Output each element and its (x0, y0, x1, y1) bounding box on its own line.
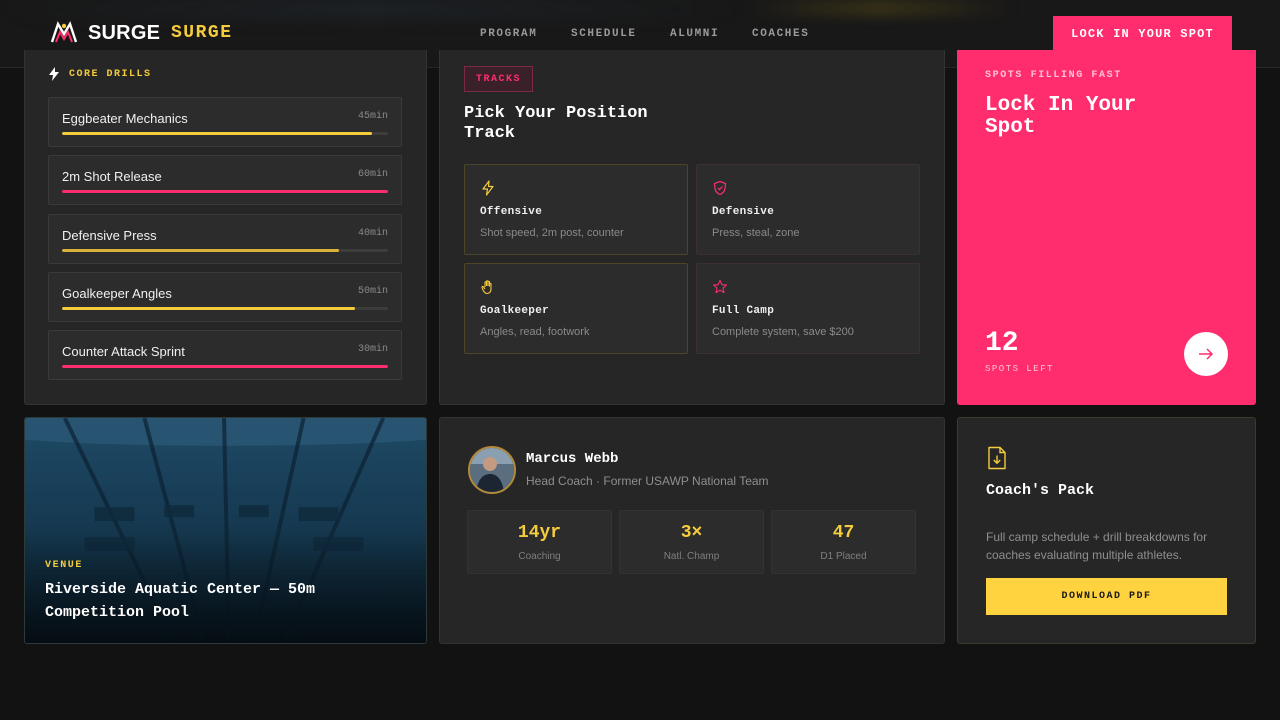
drill-progress-track (62, 365, 388, 368)
arrow-right-icon (1199, 348, 1214, 360)
drill-name: Goalkeeper Angles (62, 286, 172, 301)
track-description: Shot speed, 2m post, counter (480, 227, 624, 239)
header-glow-left (0, 0, 740, 18)
stat-label: Coaching (518, 551, 561, 562)
track-description: Complete system, save $200 (712, 326, 854, 338)
track-defensive[interactable]: Defensive Press, steal, zone (696, 164, 920, 255)
stat-label: D1 Placed (820, 551, 867, 562)
drill-name: 2m Shot Release (62, 169, 162, 184)
track-description: Angles, read, footwork (480, 326, 590, 338)
track-name: Defensive (712, 206, 775, 218)
drill-name: Defensive Press (62, 228, 157, 243)
drill-progress-track (62, 307, 388, 310)
venue-title: Riverside Aquatic Center — 50m Competiti… (45, 581, 316, 621)
coach-name: Marcus Webb (526, 451, 619, 467)
spots-title: Lock In Your Spot (985, 94, 1137, 139)
track-name: Full Camp (712, 305, 775, 317)
track-name: Goalkeeper (480, 305, 550, 317)
coach-avatar (468, 446, 516, 494)
track-goalkeeper[interactable]: Goalkeeper Angles, read, footwork (464, 263, 688, 354)
drill-progress-fill (62, 365, 388, 368)
lightning-icon (482, 180, 494, 196)
stat-value: 47 (832, 523, 855, 543)
drill-item[interactable]: Goalkeeper Angles 50min (48, 272, 402, 322)
track-offensive[interactable]: Offensive Shot speed, 2m post, counter (464, 164, 688, 255)
download-file-icon (988, 446, 1006, 470)
drill-progress-track (62, 132, 388, 135)
nav-coaches[interactable]: COACHES (752, 28, 809, 40)
tracks-badge: TRACKS (464, 66, 533, 92)
coach-pack-title: Coach's Pack (986, 482, 1095, 499)
drill-duration: 60min (357, 169, 388, 180)
nav-alumni[interactable]: ALUMNI (670, 28, 719, 40)
drill-duration: 40min (357, 228, 388, 239)
nav-program[interactable]: PROGRAM (480, 28, 537, 40)
download-pdf-button[interactable]: DOWNLOAD PDF (986, 578, 1227, 615)
coach-pack-description: Full camp schedule + drill breakdowns fo… (986, 530, 1208, 562)
drill-item[interactable]: Eggbeater Mechanics 45min (48, 97, 402, 147)
drill-name: Eggbeater Mechanics (62, 111, 188, 126)
drill-progress-track (62, 249, 388, 252)
core-drills-label: CORE DRILLS (48, 67, 152, 81)
spots-filling-label: SPOTS FILLING FAST (985, 70, 1122, 81)
coach-role: Head Coach · Former USAWP National Team (526, 474, 769, 488)
shield-icon (713, 180, 727, 196)
stat-value: 3× (680, 523, 703, 543)
drill-duration: 45min (357, 111, 388, 122)
coach-stat: 47 D1 Placed (771, 510, 916, 574)
brand-name[interactable]: SURGE (88, 22, 160, 45)
drill-progress-track (62, 190, 388, 193)
brand-name-accent: SURGE (171, 23, 233, 43)
drill-progress-fill (62, 249, 340, 252)
hand-icon (481, 280, 492, 295)
nav-schedule[interactable]: SCHEDULE (571, 28, 637, 40)
drill-item[interactable]: Counter Attack Sprint 30min (48, 330, 402, 380)
spots-arrow-button[interactable] (1184, 332, 1228, 376)
spots-left-count: 12 (985, 328, 1019, 359)
drill-item[interactable]: 2m Shot Release 60min (48, 155, 402, 205)
drill-duration: 50min (357, 286, 388, 297)
lightning-icon (49, 67, 59, 81)
stat-label: Natl. Champ (663, 551, 720, 562)
drill-item[interactable]: Defensive Press 40min (48, 214, 402, 264)
drill-name: Counter Attack Sprint (62, 344, 185, 359)
drill-progress-fill (62, 307, 356, 310)
track-name: Offensive (480, 206, 543, 218)
tracks-title: Pick Your Position Track (464, 104, 648, 143)
spots-left-label: SPOTS LEFT (985, 364, 1055, 374)
coach-stat: 3× Natl. Champ (619, 510, 764, 574)
star-icon (713, 279, 727, 294)
header-glow-right (745, 0, 1015, 16)
stat-value: 14yr (517, 523, 562, 543)
core-drills-label-text: CORE DRILLS (69, 68, 152, 80)
surge-logo-icon[interactable] (50, 20, 78, 44)
track-full-camp[interactable]: Full Camp Complete system, save $200 (696, 263, 920, 354)
coach-stat: 14yr Coaching (467, 510, 612, 574)
venue-label: VENUE (45, 560, 84, 571)
drill-duration: 30min (357, 344, 388, 355)
drill-progress-fill (62, 132, 372, 135)
lock-in-spot-button[interactable]: LOCK IN YOUR SPOT (1053, 16, 1232, 52)
drill-progress-fill (62, 190, 388, 193)
track-description: Press, steal, zone (712, 227, 800, 239)
coach-photo (470, 448, 514, 492)
